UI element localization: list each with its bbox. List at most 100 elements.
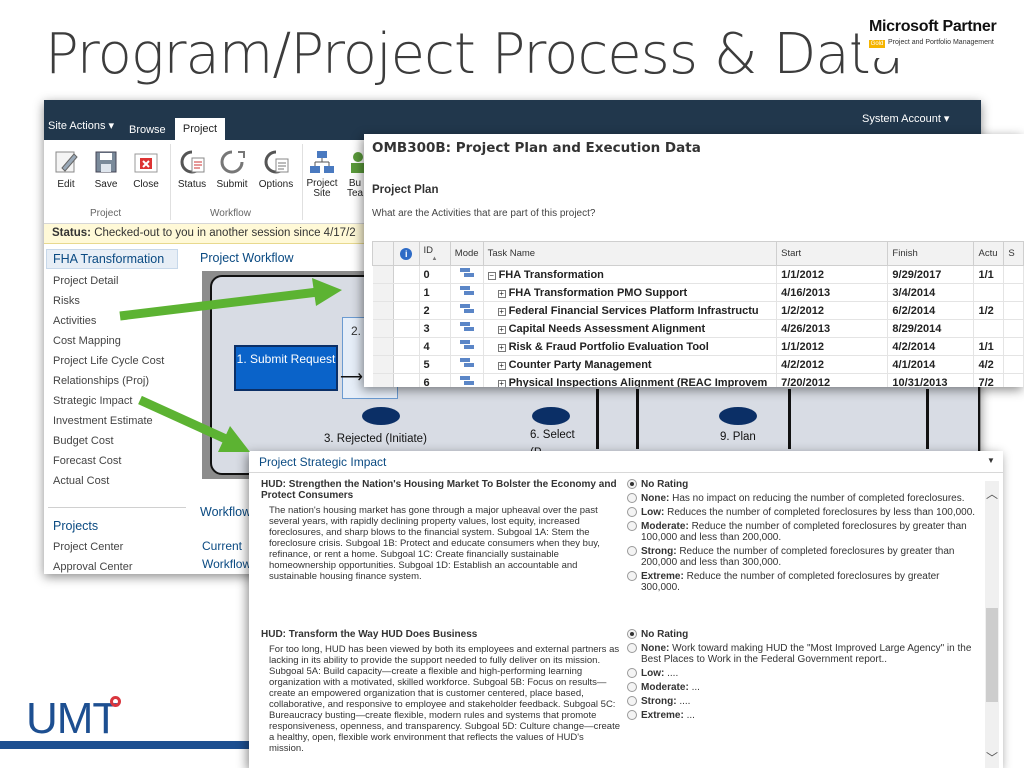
tab-project[interactable]: Project <box>175 118 225 140</box>
radio-icon[interactable] <box>627 507 637 517</box>
start-cell[interactable]: 1/1/2012 <box>776 337 889 356</box>
grid-header-finish[interactable]: Finish <box>887 241 975 266</box>
task-name-cell[interactable]: + Capital Needs Assessment Alignment <box>483 319 778 338</box>
task-name-cell[interactable]: + Risk & Fraud Portfolio Evaluation Tool <box>483 337 778 356</box>
radio-icon[interactable] <box>627 710 637 720</box>
finish-cell[interactable]: 6/2/2014 <box>887 301 975 320</box>
rating-option[interactable]: Strong: Reduce the number of completed f… <box>627 546 979 568</box>
grid-header-start[interactable]: Start <box>776 241 889 266</box>
nav-item-activities[interactable]: Activities <box>53 315 96 327</box>
nav-item-project-detail[interactable]: Project Detail <box>53 275 118 287</box>
scroll-up-icon[interactable]: ︿ <box>986 485 998 502</box>
nav-item-strategic-impact[interactable]: Strategic Impact <box>53 395 132 407</box>
workflow-link-current[interactable]: Current <box>202 539 242 553</box>
start-cell[interactable]: 4/16/2013 <box>776 283 889 302</box>
grid-header-extra[interactable]: S <box>1003 241 1024 266</box>
row-header-cell[interactable] <box>372 373 394 387</box>
radio-icon[interactable] <box>627 571 637 581</box>
nav-item-budget-cost[interactable]: Budget Cost <box>53 435 114 447</box>
expand-icon[interactable]: + <box>497 361 506 370</box>
actual-cell[interactable]: 1/2 <box>973 301 1005 320</box>
task-name-cell[interactable]: + Physical Inspections Alignment (REAC Im… <box>483 373 778 387</box>
nav-item-actual-cost[interactable]: Actual Cost <box>53 475 109 487</box>
start-cell[interactable]: 4/26/2013 <box>776 319 889 338</box>
nav-item-relationships[interactable]: Relationships (Proj) <box>53 375 149 387</box>
close-button[interactable]: Close <box>128 148 164 190</box>
radio-icon[interactable] <box>627 682 637 692</box>
nav-item-approval-center[interactable]: Approval Center <box>53 561 133 573</box>
rating-option[interactable]: None: Work toward making HUD the "Most I… <box>627 643 979 665</box>
start-cell[interactable]: 7/20/2012 <box>776 373 889 387</box>
workflow-link-workflow[interactable]: Workflow <box>202 557 251 571</box>
rating-option[interactable]: Moderate: Reduce the number of completed… <box>627 521 979 543</box>
rating-option[interactable]: No Rating <box>627 479 979 490</box>
rating-option[interactable]: Low: .... <box>627 668 979 679</box>
row-header-cell[interactable] <box>372 337 394 356</box>
rating-option[interactable]: Low: Reduces the number of completed for… <box>627 507 979 518</box>
nav-item-forecast-cost[interactable]: Forecast Cost <box>53 455 121 467</box>
actual-cell[interactable]: 1/1 <box>973 337 1005 356</box>
grid-header-info[interactable]: i <box>392 241 420 266</box>
row-header-cell[interactable] <box>372 319 394 338</box>
rating-option[interactable]: No Rating <box>627 629 979 640</box>
edit-button[interactable]: Edit <box>48 148 84 190</box>
start-cell[interactable]: 1/1/2012 <box>776 265 889 284</box>
finish-cell[interactable]: 3/4/2014 <box>887 283 975 302</box>
rating-option[interactable]: Strong: .... <box>627 696 979 707</box>
quick-launch-header[interactable]: FHA Transformation <box>46 249 178 269</box>
nav-item-project-center[interactable]: Project Center <box>53 541 123 553</box>
task-name-cell[interactable]: + Federal Financial Services Platform Inf… <box>483 301 778 320</box>
task-name-cell[interactable]: + Counter Party Management <box>483 355 778 374</box>
finish-cell[interactable]: 9/29/2017 <box>887 265 975 284</box>
radio-icon[interactable] <box>627 546 637 556</box>
actual-cell[interactable]: 1/1 <box>973 265 1005 284</box>
grid-header-actual[interactable]: Actu <box>973 241 1005 266</box>
finish-cell[interactable]: 4/2/2014 <box>887 337 975 356</box>
task-name-cell[interactable]: − FHA Transformation <box>483 265 778 284</box>
grid-row[interactable]: 3 + Capital Needs Assessment Alignment 4/… <box>372 319 1024 338</box>
task-name-cell[interactable]: + FHA Transformation PMO Support <box>483 283 778 302</box>
options-button[interactable]: Options <box>254 148 298 190</box>
row-header-cell[interactable] <box>372 265 394 284</box>
finish-cell[interactable]: 4/1/2014 <box>887 355 975 374</box>
rating-option[interactable]: Extreme: ... <box>627 710 979 721</box>
actual-cell[interactable]: 7/2 <box>973 373 1005 387</box>
row-header-cell[interactable] <box>372 301 394 320</box>
rating-option[interactable]: Moderate: ... <box>627 682 979 693</box>
row-header-cell[interactable] <box>372 283 394 302</box>
grid-row[interactable]: 0 − FHA Transformation 1/1/2012 9/29/2017… <box>372 265 1024 284</box>
project-site-button[interactable]: Project Site <box>304 148 340 199</box>
radio-icon[interactable] <box>627 668 637 678</box>
actual-cell[interactable]: 4/2 <box>973 355 1005 374</box>
actual-cell[interactable] <box>973 319 1005 338</box>
radio-icon[interactable] <box>627 521 637 531</box>
nav-item-investment-estimate[interactable]: Investment Estimate <box>53 415 153 427</box>
expand-icon[interactable]: + <box>497 307 506 316</box>
scrollbar-thumb[interactable] <box>986 608 998 702</box>
radio-selected-icon[interactable] <box>627 629 637 639</box>
submit-button[interactable]: Submit <box>214 148 250 190</box>
collapse-caret-icon[interactable]: ▼ <box>987 456 995 465</box>
expand-icon[interactable]: + <box>497 379 506 387</box>
start-cell[interactable]: 4/2/2012 <box>776 355 889 374</box>
grid-row[interactable]: 2 + Federal Financial Services Platform I… <box>372 301 1024 320</box>
nav-item-risks[interactable]: Risks <box>53 295 80 307</box>
build-team-button[interactable]: Bu Tea <box>344 148 366 199</box>
tab-browse[interactable]: Browse <box>129 124 166 136</box>
nav-header-projects[interactable]: Projects <box>53 519 98 533</box>
grid-header-mode[interactable]: Mode <box>449 241 484 266</box>
finish-cell[interactable]: 8/29/2014 <box>887 319 975 338</box>
radio-icon[interactable] <box>627 643 637 653</box>
start-cell[interactable]: 1/2/2012 <box>776 301 889 320</box>
collapse-icon[interactable]: − <box>487 271 496 280</box>
nav-item-life-cycle-cost[interactable]: Project Life Cycle Cost <box>53 355 164 367</box>
nav-item-cost-mapping[interactable]: Cost Mapping <box>53 335 121 347</box>
rating-option[interactable]: Extreme: Reduce the number of completed … <box>627 571 979 593</box>
grid-row[interactable]: 1 + FHA Transformation PMO Support 4/16/2… <box>372 283 1024 302</box>
radio-icon[interactable] <box>627 493 637 503</box>
site-actions-menu[interactable]: Site Actions ▾ <box>48 119 114 132</box>
finish-cell[interactable]: 10/31/2013 <box>887 373 975 387</box>
radio-icon[interactable] <box>627 696 637 706</box>
grid-row[interactable]: 4 + Risk & Fraud Portfolio Evaluation Too… <box>372 337 1024 356</box>
vertical-scrollbar[interactable]: ︿ ﹀ <box>985 481 999 768</box>
